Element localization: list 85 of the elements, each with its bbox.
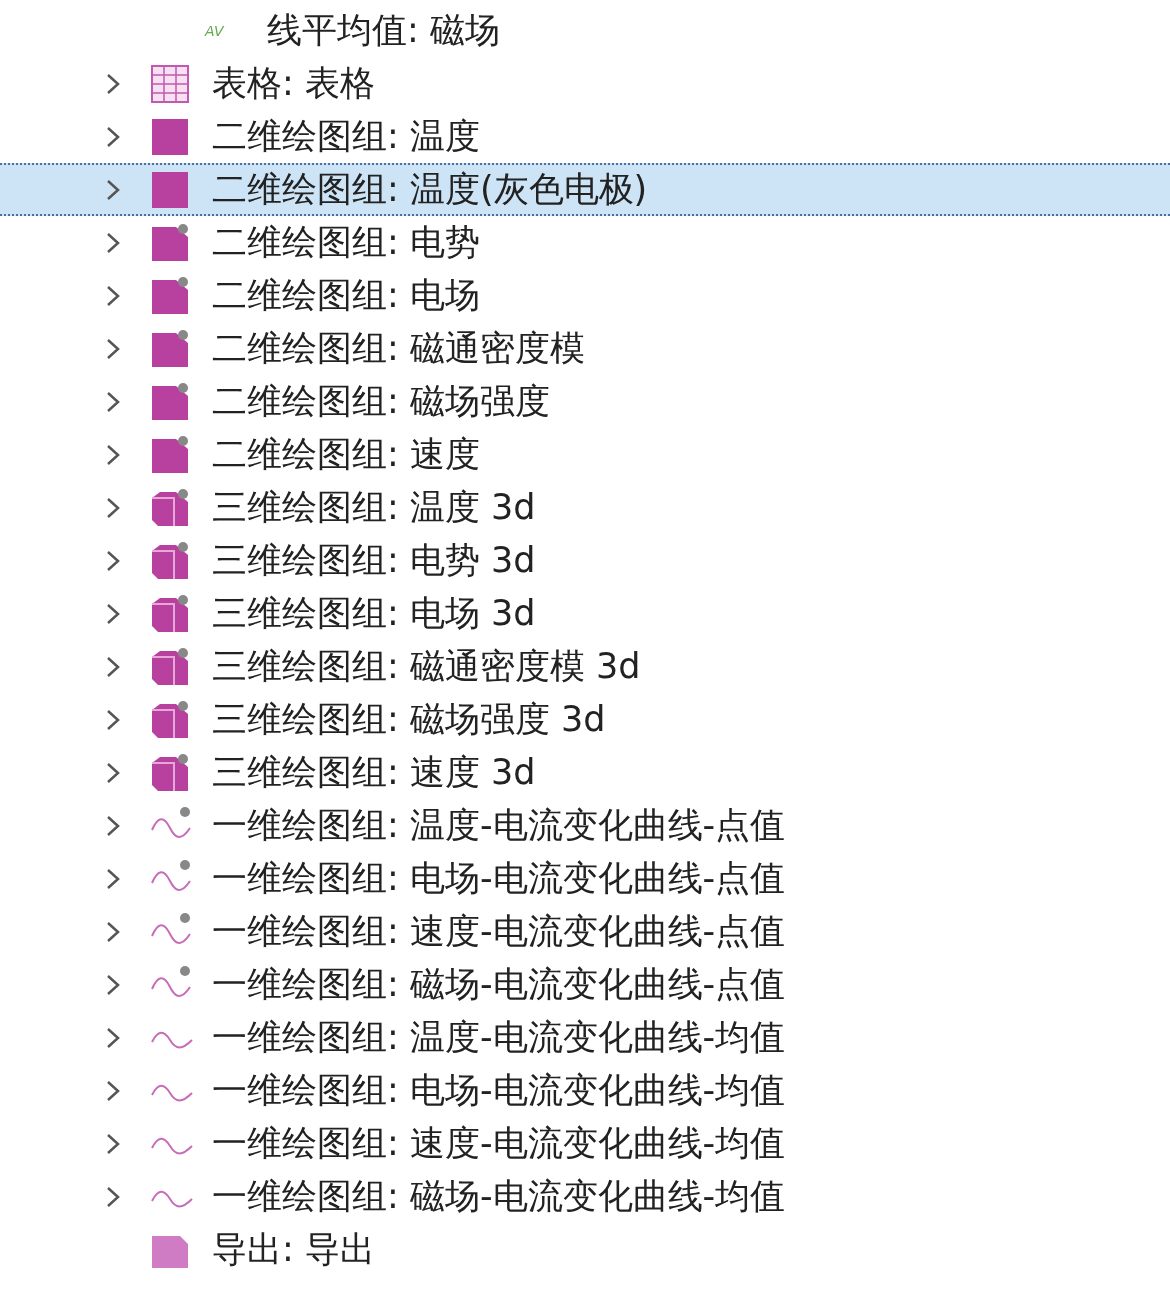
item-label: 一维绘图组: 磁场-电流变化曲线-均值 [212, 1175, 786, 1218]
chevron-icon[interactable] [105, 1131, 121, 1156]
tree-item[interactable]: 二维绘图组: 温度 [0, 110, 1170, 163]
square-icon [150, 275, 190, 316]
tree-item[interactable]: 二维绘图组: 磁场强度 [0, 375, 1170, 428]
chevron-icon[interactable] [105, 548, 121, 573]
item-label: 线平均值: 磁场 [267, 9, 500, 52]
chevron-icon[interactable] [105, 71, 121, 96]
tree-item[interactable]: 一维绘图组: 速度-电流变化曲线-点值 [0, 905, 1170, 958]
tree-item[interactable]: 二维绘图组: 温度(灰色电极) [0, 163, 1170, 216]
tree-item[interactable]: 三维绘图组: 速度 3d [0, 746, 1170, 799]
tree-item[interactable]: 一维绘图组: 电场-电流变化曲线-点值 [0, 852, 1170, 905]
item-label: 一维绘图组: 速度-电流变化曲线-均值 [212, 1122, 786, 1165]
item-label: 一维绘图组: 电场-电流变化曲线-点值 [212, 857, 786, 900]
chevron-icon[interactable] [105, 601, 121, 626]
tree-item[interactable]: 一维绘图组: 速度-电流变化曲线-均值 [0, 1117, 1170, 1170]
chevron-icon[interactable] [105, 707, 121, 732]
chevron-icon[interactable] [105, 336, 121, 361]
cube-icon [150, 752, 190, 793]
tree-item[interactable]: 二维绘图组: 速度 [0, 428, 1170, 481]
square-icon [150, 116, 190, 157]
square-icon [150, 381, 190, 422]
item-label: 三维绘图组: 电势 3d [212, 539, 536, 582]
square-icon [150, 434, 190, 475]
chevron-icon[interactable] [105, 1184, 121, 1209]
item-label: 三维绘图组: 速度 3d [212, 751, 536, 794]
item-label: 二维绘图组: 电场 [212, 274, 480, 317]
chevron-icon[interactable] [105, 124, 121, 149]
tree-item[interactable]: 二维绘图组: 电势 [0, 216, 1170, 269]
chevron-icon[interactable] [105, 654, 121, 679]
item-label: 二维绘图组: 磁场强度 [212, 380, 550, 423]
cube-icon [150, 699, 190, 740]
tree-item[interactable]: 导出: 导出 [0, 1223, 1170, 1276]
chevron-icon[interactable] [105, 760, 121, 785]
item-label: 三维绘图组: 磁场强度 3d [212, 698, 606, 741]
tree-item[interactable]: 二维绘图组: 磁通密度模 [0, 322, 1170, 375]
square-icon [150, 328, 190, 369]
tree-item[interactable]: 一维绘图组: 磁场-电流变化曲线-均值 [0, 1170, 1170, 1223]
chevron-icon[interactable] [105, 866, 121, 891]
cube-icon [150, 593, 190, 634]
item-label: 一维绘图组: 温度-电流变化曲线-点值 [212, 804, 786, 847]
tree-item[interactable]: 三维绘图组: 磁通密度模 3d [0, 640, 1170, 693]
chevron-icon[interactable] [105, 1025, 121, 1050]
item-label: 二维绘图组: 温度(灰色电极) [212, 168, 648, 211]
square-icon [150, 169, 190, 210]
item-label: 二维绘图组: 电势 [212, 221, 480, 264]
item-label: 三维绘图组: 电场 3d [212, 592, 536, 635]
cube-icon [150, 540, 190, 581]
item-label: 二维绘图组: 温度 [212, 115, 480, 158]
chevron-icon[interactable] [105, 389, 121, 414]
chevron-icon[interactable] [105, 283, 121, 308]
tree-item[interactable]: 三维绘图组: 电势 3d [0, 534, 1170, 587]
chevron-icon[interactable] [105, 919, 121, 944]
tree-item[interactable]: 一维绘图组: 电场-电流变化曲线-均值 [0, 1064, 1170, 1117]
tree-item[interactable]: 一维绘图组: 磁场-电流变化曲线-点值 [0, 958, 1170, 1011]
square-icon [150, 222, 190, 263]
tree-item[interactable]: 三维绘图组: 电场 3d [0, 587, 1170, 640]
item-label: 一维绘图组: 速度-电流变化曲线-点值 [212, 910, 786, 953]
item-label: 二维绘图组: 磁通密度模 [212, 327, 585, 370]
item-label: 一维绘图组: 磁场-电流变化曲线-点值 [212, 963, 786, 1006]
item-label: 导出: 导出 [212, 1228, 375, 1271]
chevron-icon[interactable] [105, 813, 121, 838]
chevron-icon[interactable] [105, 177, 121, 202]
chevron-icon[interactable] [105, 442, 121, 467]
item-label: 表格: 表格 [212, 62, 375, 105]
item-label: 一维绘图组: 电场-电流变化曲线-均值 [212, 1069, 786, 1112]
chevron-icon[interactable] [105, 495, 121, 520]
cube-icon [150, 487, 190, 528]
cube-icon [150, 646, 190, 687]
item-label: 三维绘图组: 温度 3d [212, 486, 536, 529]
table-icon [150, 63, 190, 104]
item-label: 三维绘图组: 磁通密度模 3d [212, 645, 641, 688]
tree-item[interactable]: AV 线平均值: 磁场 [0, 4, 1170, 57]
chevron-icon[interactable] [105, 230, 121, 255]
tree-item[interactable]: 一维绘图组: 温度-电流变化曲线-点值 [0, 799, 1170, 852]
tree-item[interactable]: 二维绘图组: 电场 [0, 269, 1170, 322]
item-label: 一维绘图组: 温度-电流变化曲线-均值 [212, 1016, 786, 1059]
tree-item[interactable]: 一维绘图组: 温度-电流变化曲线-均值 [0, 1011, 1170, 1064]
average-icon: AV [205, 22, 224, 39]
chevron-icon[interactable] [105, 1078, 121, 1103]
tree-item[interactable]: 三维绘图组: 磁场强度 3d [0, 693, 1170, 746]
tree-item[interactable]: 三维绘图组: 温度 3d [0, 481, 1170, 534]
chevron-icon[interactable] [105, 972, 121, 997]
tree-item[interactable]: 表格: 表格 [0, 57, 1170, 110]
item-label: 二维绘图组: 速度 [212, 433, 480, 476]
